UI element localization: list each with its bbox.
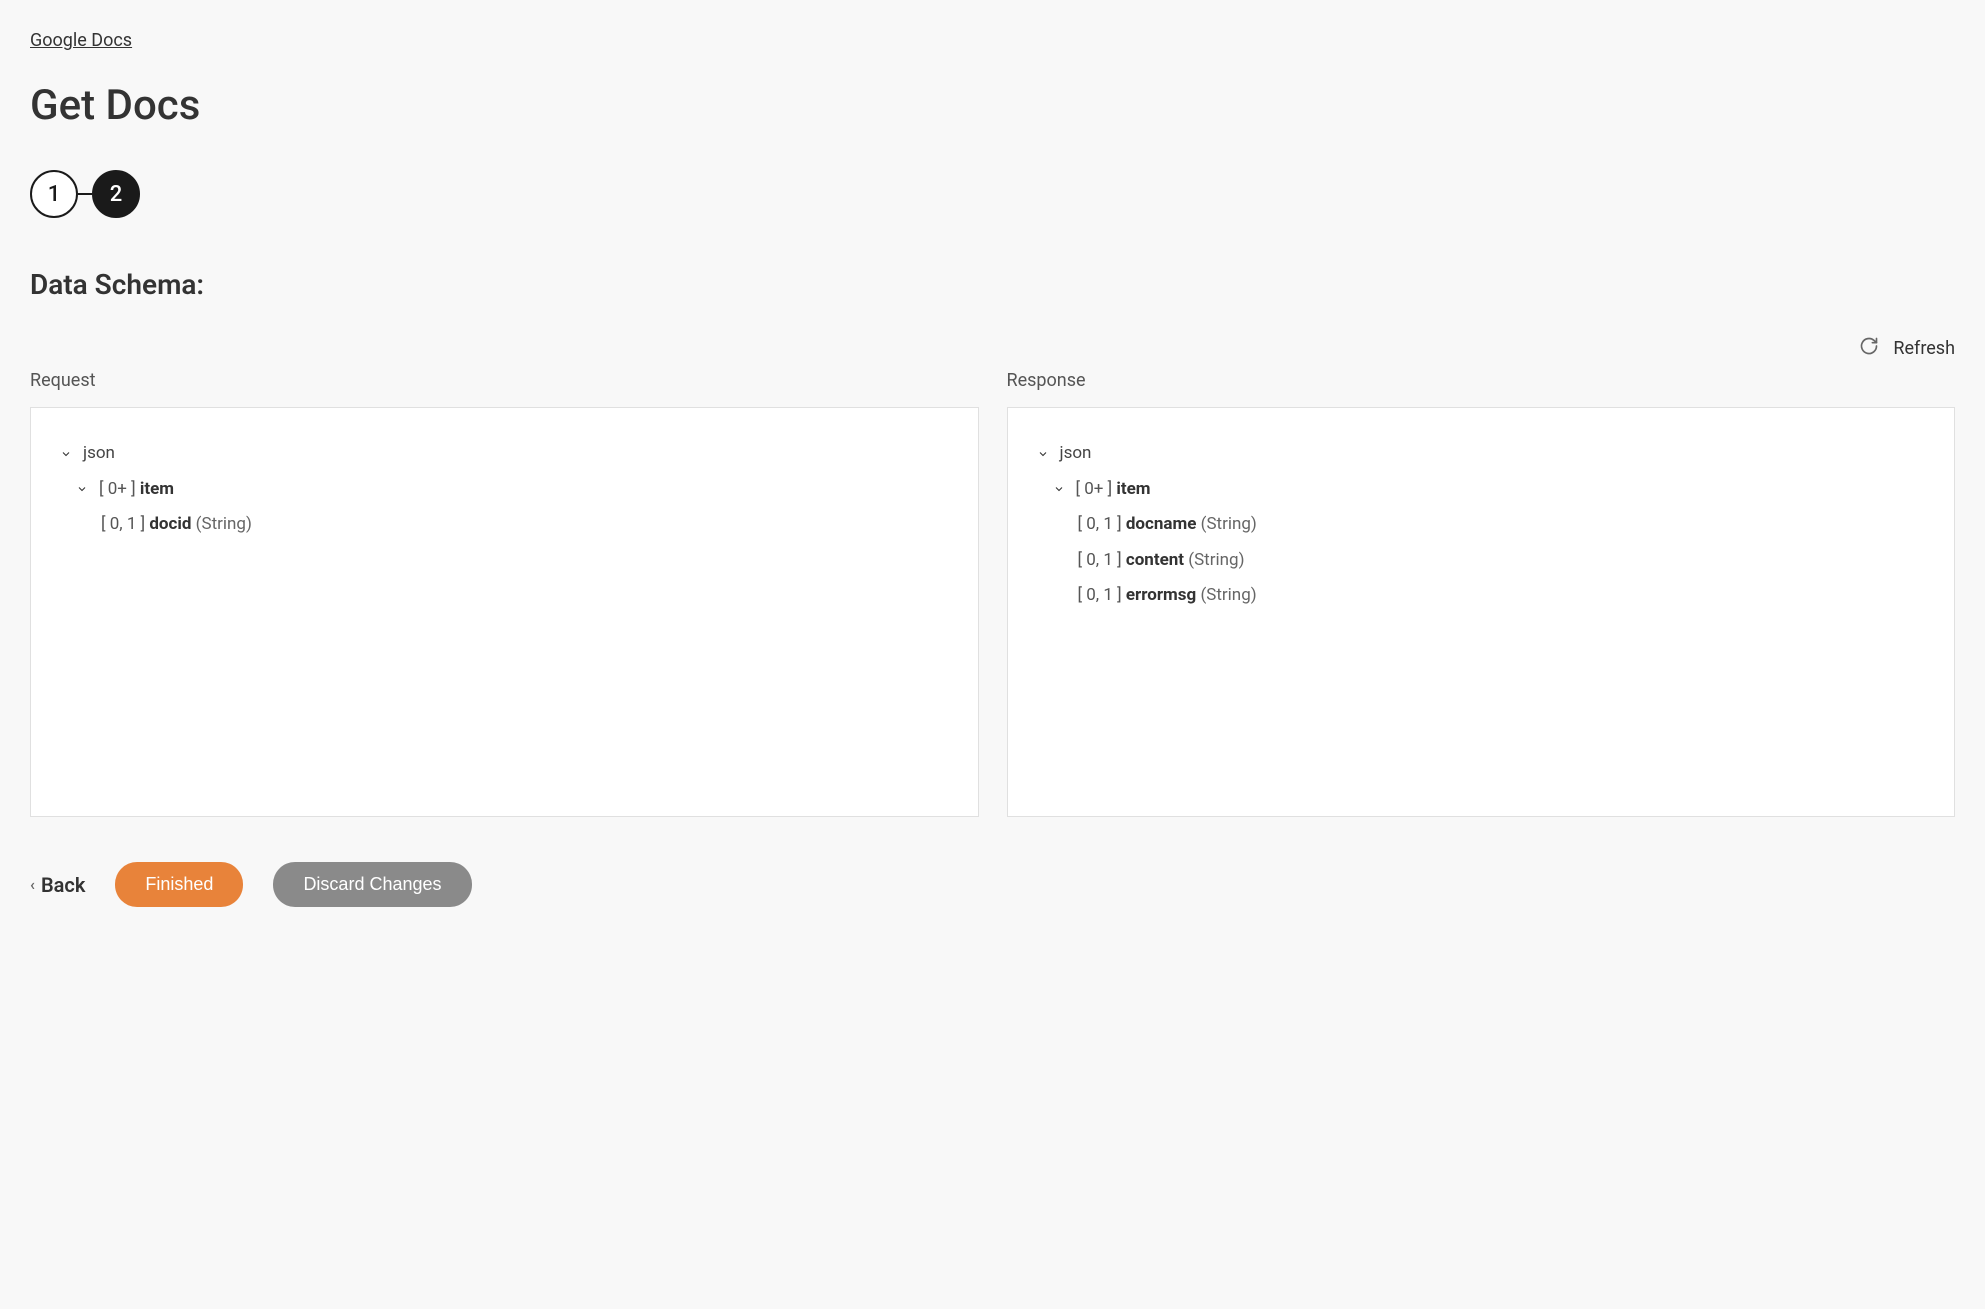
refresh-button[interactable]: Refresh (30, 336, 1955, 360)
response-root-label: json (1060, 441, 1092, 467)
field-prefix: [ 0, 1 ] (1078, 550, 1122, 570)
request-panel: json [ 0+ ] item [ 0, 1 ] docid (30, 407, 979, 817)
response-field-docname[interactable]: [ 0, 1 ] docname (String) (1036, 507, 1927, 543)
field-type: (String) (1188, 550, 1244, 570)
request-title: Request (30, 370, 979, 391)
finished-button[interactable]: Finished (115, 862, 243, 907)
breadcrumb: Google Docs (30, 30, 1955, 51)
refresh-icon (1859, 336, 1879, 360)
request-column: Request json [ 0+ ] item (30, 370, 979, 817)
response-field-errormsg[interactable]: [ 0, 1 ] errormsg (String) (1036, 578, 1927, 614)
back-button[interactable]: ‹ Back (30, 873, 85, 897)
section-title-data-schema: Data Schema: (30, 268, 1955, 301)
field-prefix: [ 0, 1 ] (1078, 514, 1122, 534)
footer-actions: ‹ Back Finished Discard Changes (30, 862, 1955, 907)
discard-changes-button[interactable]: Discard Changes (273, 862, 471, 907)
chevron-left-icon: ‹ (30, 875, 35, 894)
field-type: (String) (1200, 585, 1256, 605)
field-prefix: [ 0, 1 ] (1078, 585, 1122, 605)
response-item-prefix: [ 0+ ] (1076, 479, 1113, 499)
response-field-content[interactable]: [ 0, 1 ] content (String) (1036, 543, 1927, 579)
response-panel: json [ 0+ ] item [ 0, 1 ] docname (1007, 407, 1956, 817)
chevron-down-icon[interactable] (1036, 448, 1050, 460)
chevron-down-icon[interactable] (1052, 483, 1066, 495)
chevron-down-icon[interactable] (75, 483, 89, 495)
back-label: Back (41, 873, 85, 897)
response-tree-item[interactable]: [ 0+ ] item (1036, 472, 1927, 508)
response-column: Response json [ 0+ ] item (1007, 370, 1956, 817)
request-root-label: json (83, 441, 115, 467)
request-tree-root[interactable]: json (59, 436, 950, 472)
field-type: (String) (1201, 514, 1257, 534)
request-item-prefix: [ 0+ ] (99, 479, 136, 499)
response-item-name: item (1116, 479, 1150, 499)
schema-grid: Request json [ 0+ ] item (30, 370, 1955, 817)
chevron-down-icon[interactable] (59, 448, 73, 460)
step-connector (78, 193, 92, 195)
response-title: Response (1007, 370, 1956, 391)
field-name: docname (1126, 514, 1197, 534)
request-item-name: item (140, 479, 174, 499)
field-type: (String) (196, 514, 252, 534)
field-name: content (1126, 550, 1184, 570)
request-field-docid[interactable]: [ 0, 1 ] docid (String) (59, 507, 950, 543)
stepper: 1 2 (30, 170, 1955, 218)
breadcrumb-link-google-docs[interactable]: Google Docs (30, 30, 132, 51)
field-name: docid (149, 514, 191, 534)
field-prefix: [ 0, 1 ] (101, 514, 145, 534)
response-tree-root[interactable]: json (1036, 436, 1927, 472)
step-2[interactable]: 2 (92, 170, 140, 218)
request-tree-item[interactable]: [ 0+ ] item (59, 472, 950, 508)
step-1[interactable]: 1 (30, 170, 78, 218)
refresh-label: Refresh (1893, 338, 1955, 359)
page-title: Get Docs (30, 81, 1955, 130)
field-name: errormsg (1126, 585, 1196, 605)
